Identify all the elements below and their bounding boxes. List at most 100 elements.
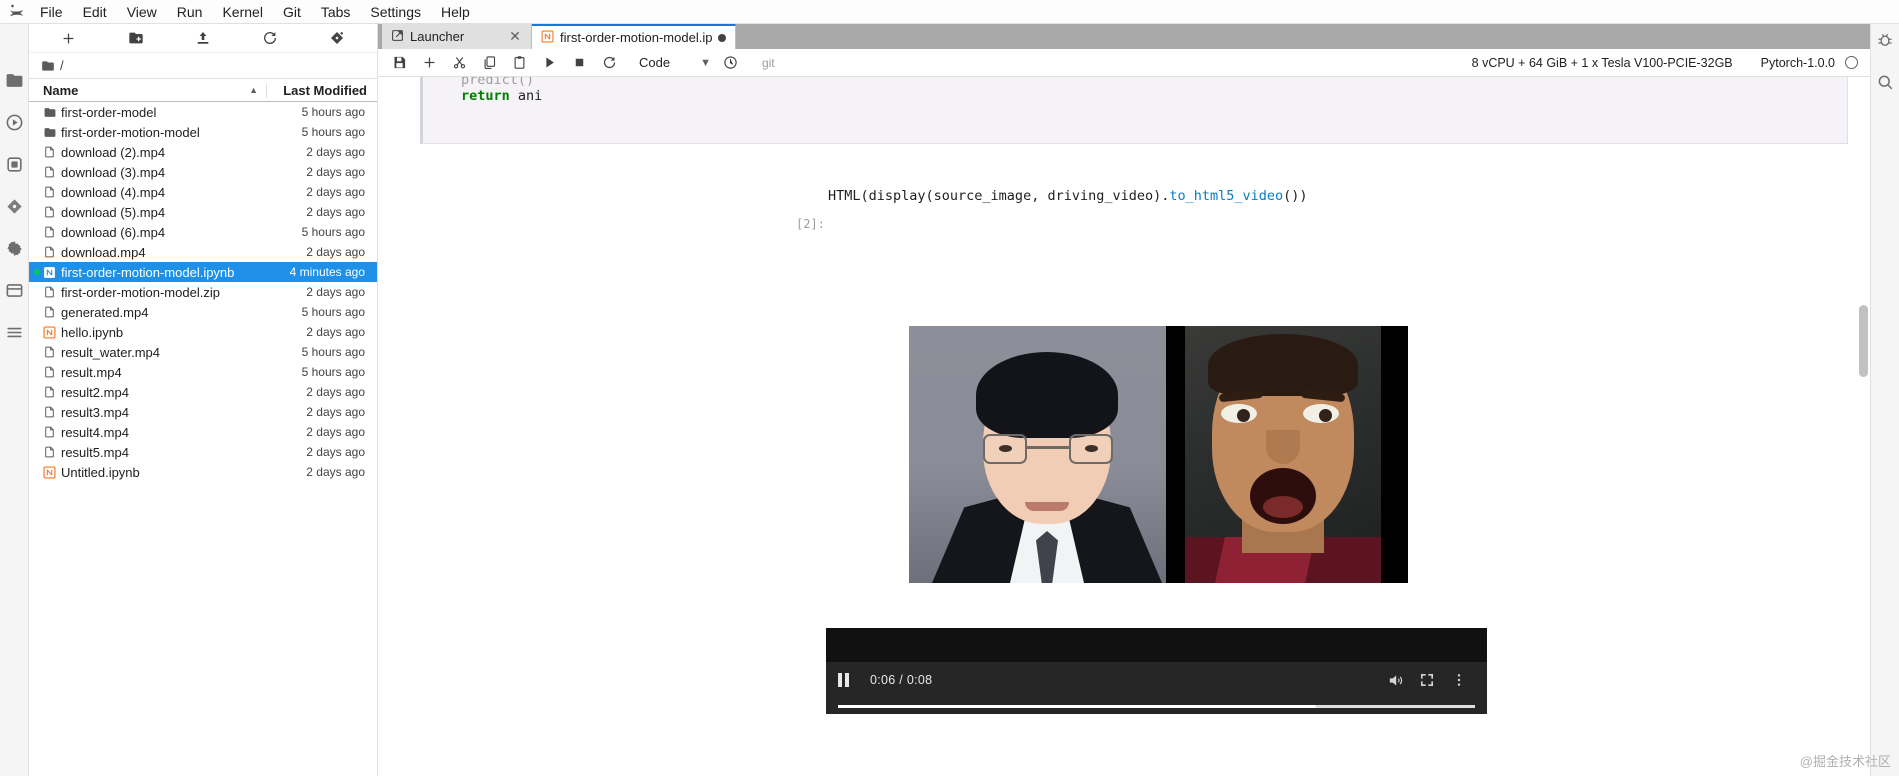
tab-launcher[interactable]: Launcher ✕: [382, 24, 532, 49]
cut-cell-button[interactable]: [444, 51, 474, 75]
file-icon: [43, 364, 61, 380]
file-icon: [43, 444, 61, 460]
file-list-item-modified: 2 days ago: [306, 185, 365, 199]
cell-type-select[interactable]: Code ▼: [634, 52, 716, 73]
folder-icon: [42, 60, 54, 71]
run-cell-button[interactable]: [534, 51, 564, 75]
right-activity-bar: [1870, 24, 1899, 776]
driving-video-frame: [1185, 326, 1381, 583]
menu-edit[interactable]: Edit: [73, 1, 117, 23]
menu-git[interactable]: Git: [273, 1, 311, 23]
file-list-item-name: result2.mp4: [61, 384, 129, 400]
file-list-item-modified: 2 days ago: [306, 425, 365, 439]
file-list-item-name: first-order-model: [61, 104, 157, 120]
open-tabs-icon[interactable]: [4, 280, 24, 300]
file-icon: [43, 164, 61, 180]
kebab-menu-icon[interactable]: [1443, 672, 1475, 688]
file-browser-icon[interactable]: [4, 70, 24, 90]
code-cell-input[interactable]: predict() return ani: [420, 77, 1848, 144]
menu-help[interactable]: Help: [431, 1, 480, 23]
html-call-method: to_html5_video: [1169, 188, 1284, 204]
tab-close-icon[interactable]: ✕: [508, 28, 522, 45]
video-control-row: 0:06 / 0:08: [826, 662, 1487, 698]
file-list-item[interactable]: first-order-motion-model 5 hours ago: [29, 122, 377, 142]
file-list-item[interactable]: download (6).mp4 5 hours ago: [29, 222, 377, 242]
file-list-item[interactable]: result_water.mp4 5 hours ago: [29, 342, 377, 362]
unsaved-changes-icon[interactable]: [718, 33, 727, 42]
video-player[interactable]: 0:06 / 0:08: [826, 628, 1487, 714]
menu-settings[interactable]: Settings: [360, 1, 431, 23]
interrupt-kernel-button[interactable]: [564, 51, 594, 75]
file-list-item[interactable]: result.mp4 5 hours ago: [29, 362, 377, 382]
table-of-contents-icon[interactable]: [4, 322, 24, 342]
paste-cell-button[interactable]: [504, 51, 534, 75]
new-launcher-button[interactable]: [35, 26, 102, 50]
tab-notebook-label: first-order-motion-model.ip: [560, 30, 713, 45]
file-list-item-modified: 5 hours ago: [301, 305, 365, 319]
file-list-item[interactable]: hello.ipynb 2 days ago: [29, 322, 377, 342]
file-list[interactable]: first-order-model 5 hours ago first-order-…: [29, 102, 377, 776]
file-list-item[interactable]: download (3).mp4 2 days ago: [29, 162, 377, 182]
file-list-item-name: download (6).mp4: [61, 224, 166, 240]
kernel-name-label[interactable]: Pytorch-1.0.0: [1761, 56, 1835, 70]
menu-kernel[interactable]: Kernel: [212, 1, 272, 23]
volume-icon[interactable]: [1379, 672, 1411, 689]
file-list-item[interactable]: result5.mp4 2 days ago: [29, 442, 377, 462]
hair-shape: [976, 352, 1118, 438]
file-list-item[interactable]: first-order-model 5 hours ago: [29, 102, 377, 122]
right-eye-shape: [1303, 404, 1339, 423]
breadcrumb[interactable]: /: [29, 53, 377, 78]
notebook-scrollbar-thumb[interactable]: [1859, 305, 1868, 377]
file-icon: [43, 424, 61, 440]
pause-icon[interactable]: [838, 673, 860, 687]
mouth-shape: [1025, 502, 1069, 511]
git-icon[interactable]: [4, 196, 24, 216]
upload-button[interactable]: [169, 26, 236, 50]
notebook-scroll-area[interactable]: predict() return ani HTML(display(source…: [378, 77, 1870, 776]
file-list-item[interactable]: download (4).mp4 2 days ago: [29, 182, 377, 202]
kernel-status-indicator[interactable]: [1845, 56, 1858, 69]
settings-gear-icon[interactable]: [4, 238, 24, 258]
execution-history-icon[interactable]: [716, 51, 746, 75]
file-list-item[interactable]: download.mp4 2 days ago: [29, 242, 377, 262]
file-list-item-modified: 2 days ago: [306, 245, 365, 259]
file-list-item[interactable]: generated.mp4 5 hours ago: [29, 302, 377, 322]
mouth-shape: [1250, 468, 1316, 524]
column-header-name[interactable]: Name ▲: [29, 83, 266, 98]
property-inspector-icon[interactable]: [1875, 72, 1895, 92]
copy-cell-button[interactable]: [474, 51, 504, 75]
restart-kernel-button[interactable]: [594, 51, 624, 75]
new-folder-button[interactable]: [102, 26, 169, 50]
tab-notebook[interactable]: first-order-motion-model.ip: [532, 24, 737, 49]
video-progress-bar[interactable]: [826, 698, 1487, 714]
menu-run[interactable]: Run: [167, 1, 213, 23]
insert-cell-button[interactable]: [414, 51, 444, 75]
file-list-item[interactable]: result3.mp4 2 days ago: [29, 402, 377, 422]
file-list-item-name: first-order-motion-model.ipynb: [61, 264, 235, 280]
html-call-suffix: ()): [1283, 188, 1308, 204]
debugger-icon[interactable]: [1875, 30, 1895, 50]
file-list-item[interactable]: result4.mp4 2 days ago: [29, 422, 377, 442]
file-list-item-modified: 5 hours ago: [301, 125, 365, 139]
extension-manager-icon[interactable]: [4, 154, 24, 174]
refresh-button[interactable]: [237, 26, 304, 50]
file-list-item-modified: 2 days ago: [306, 385, 365, 399]
git-clone-button[interactable]: [304, 26, 371, 50]
menu-tabs[interactable]: Tabs: [311, 1, 361, 23]
column-header-modified[interactable]: Last Modified: [266, 82, 377, 98]
running-terminals-icon[interactable]: [4, 112, 24, 132]
video-progress-track[interactable]: [838, 704, 1475, 708]
file-list-item[interactable]: download (5).mp4 2 days ago: [29, 202, 377, 222]
file-list-item[interactable]: first-order-motion-model.zip 2 days ago: [29, 282, 377, 302]
save-button[interactable]: [384, 51, 414, 75]
fullscreen-icon[interactable]: [1411, 672, 1443, 688]
file-list-item[interactable]: first-order-motion-model.ipynb 4 minutes …: [29, 262, 377, 282]
file-list-item[interactable]: Untitled.ipynb 2 days ago: [29, 462, 377, 482]
frame-padding-bar: [1166, 326, 1185, 583]
notebook-scrollbar[interactable]: [1859, 77, 1868, 776]
file-list-item[interactable]: result2.mp4 2 days ago: [29, 382, 377, 402]
file-list-item[interactable]: download (2).mp4 2 days ago: [29, 142, 377, 162]
menu-file[interactable]: File: [30, 1, 73, 23]
menu-view[interactable]: View: [117, 1, 167, 23]
main-dock-area: Launcher ✕ first-order-motion-model.ip C…: [378, 24, 1870, 776]
